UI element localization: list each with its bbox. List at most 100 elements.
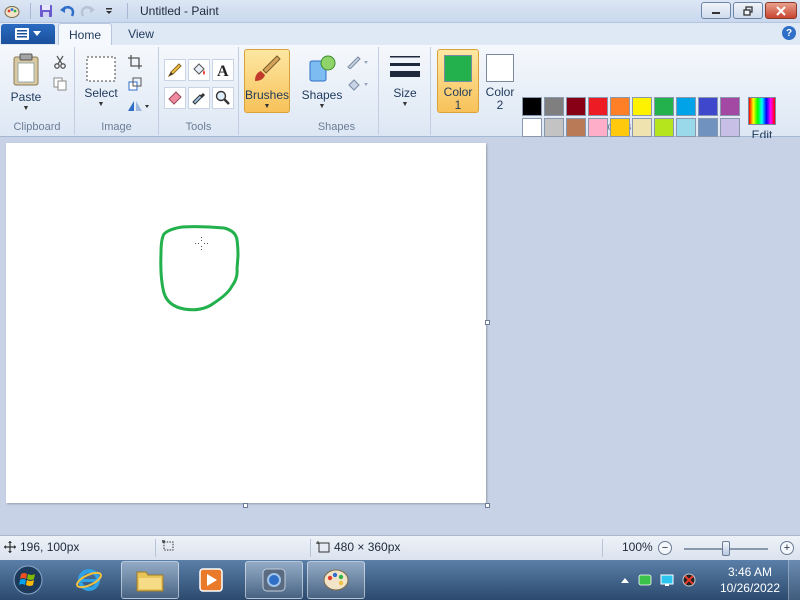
network-icon[interactable]	[660, 573, 674, 587]
window-title: Untitled - Paint	[140, 4, 219, 18]
taskbar-file-explorer[interactable]	[121, 561, 179, 599]
start-button[interactable]	[4, 561, 52, 599]
chevron-down-icon: ▼	[22, 105, 30, 112]
size-button[interactable]: Size ▼	[385, 53, 425, 108]
fill-icon[interactable]	[345, 75, 371, 93]
crop-icon[interactable]	[125, 53, 145, 71]
action-center-icon[interactable]	[638, 573, 652, 587]
paint-menu-button[interactable]	[1, 24, 55, 44]
zoom-level: 100%	[622, 540, 653, 554]
chevron-down-icon: ▼	[401, 101, 409, 108]
zoom-in-button[interactable]: +	[780, 541, 794, 555]
cursor-position-text: 196, 100px	[20, 540, 80, 554]
clock-date: 10/26/2022	[719, 581, 780, 595]
taskbar-internet-explorer[interactable]	[60, 561, 118, 599]
copy-icon[interactable]	[50, 75, 70, 93]
taskbar-app[interactable]	[245, 561, 303, 599]
text-icon[interactable]: A	[212, 59, 234, 81]
palette-swatch[interactable]	[610, 97, 630, 116]
separator	[155, 539, 156, 557]
palette-swatch[interactable]	[588, 118, 608, 137]
palette-swatch[interactable]	[610, 118, 630, 137]
palette-swatch[interactable]	[522, 97, 542, 116]
color1-label-line2: 1	[454, 98, 462, 112]
separator	[30, 3, 31, 19]
clipboard-group: Paste ▼ Clipboard	[0, 47, 75, 135]
resize-handle-right[interactable]	[485, 320, 490, 325]
taskbar-media-player[interactable]	[182, 561, 240, 599]
palette-swatch[interactable]	[720, 97, 740, 116]
maximize-button[interactable]	[733, 2, 763, 19]
paste-button[interactable]: Paste ▼	[6, 53, 46, 112]
shapes-button[interactable]: Shapes ▼	[299, 53, 345, 110]
palette-swatch[interactable]	[544, 118, 564, 137]
tab-home[interactable]: Home	[58, 23, 112, 45]
magnifier-icon[interactable]	[212, 87, 234, 109]
palette-swatch[interactable]	[588, 97, 608, 116]
brushes-button[interactable]: Brushes ▼	[244, 49, 290, 113]
clipboard-group-label: Clipboard	[13, 121, 61, 133]
svg-text:A: A	[217, 63, 229, 78]
pencil-icon[interactable]	[164, 59, 186, 81]
image-group: Select ▼ Image	[75, 47, 159, 135]
palette-swatch[interactable]	[676, 97, 696, 116]
palette-swatch[interactable]	[632, 97, 652, 116]
rotate-icon[interactable]	[125, 97, 151, 115]
palette-swatch[interactable]	[698, 118, 718, 137]
move-cursor-icon	[4, 541, 16, 553]
customize-toolbar-chevron-down-icon[interactable]	[100, 2, 118, 20]
palette-swatch[interactable]	[522, 118, 542, 137]
show-hidden-icons-button[interactable]	[618, 573, 632, 587]
canvas-size-icon	[316, 541, 330, 553]
palette-swatch[interactable]	[544, 97, 564, 116]
cut-icon[interactable]	[50, 53, 70, 71]
clock[interactable]: 3:46 AM 10/26/2022	[720, 564, 780, 596]
palette-swatch[interactable]	[566, 118, 586, 137]
eraser-icon[interactable]	[164, 87, 186, 109]
size-group: Size ▼	[379, 47, 431, 135]
drawing-canvas[interactable]	[6, 143, 486, 503]
ribbon-tab-row: Home View ?	[0, 23, 800, 45]
palette-swatch[interactable]	[654, 97, 674, 116]
resize-icon[interactable]	[125, 75, 145, 93]
palette-swatch[interactable]	[676, 118, 696, 137]
tab-view[interactable]: View	[116, 23, 166, 45]
palette-swatch[interactable]	[698, 97, 718, 116]
resize-handle-corner[interactable]	[485, 503, 490, 508]
select-button[interactable]: Select ▼	[81, 55, 121, 108]
palette-swatch[interactable]	[632, 118, 652, 137]
paint-app-icon[interactable]	[3, 2, 21, 20]
color2-button[interactable]: Color 2	[481, 49, 519, 113]
minimize-button[interactable]	[701, 2, 731, 19]
zoom-slider-thumb[interactable]	[722, 541, 730, 556]
canvas-size-text: 480 × 360px	[334, 540, 401, 554]
tools-group: A Tools	[159, 47, 239, 135]
crosshair-cursor-icon	[195, 237, 208, 250]
undo-icon[interactable]	[58, 2, 76, 20]
color-picker-icon[interactable]	[188, 87, 210, 109]
zoom-level-text: 100%	[622, 540, 653, 554]
close-button[interactable]	[765, 2, 797, 19]
separator	[602, 539, 603, 557]
palette-swatch[interactable]	[654, 118, 674, 137]
fill-bucket-icon[interactable]	[188, 59, 210, 81]
palette-swatch[interactable]	[566, 97, 586, 116]
volume-muted-icon[interactable]	[682, 573, 696, 587]
color1-label: Color 1	[444, 86, 473, 112]
palette-swatch[interactable]	[720, 118, 740, 137]
help-icon[interactable]: ?	[782, 26, 796, 40]
resize-handle-bottom[interactable]	[243, 503, 248, 508]
save-icon[interactable]	[37, 2, 55, 20]
color1-button[interactable]: Color 1	[437, 49, 479, 113]
tools-group-label: Tools	[185, 121, 212, 133]
color2-label-line2: 2	[496, 98, 504, 112]
selection-size-icon	[162, 540, 174, 551]
zoom-out-button[interactable]: −	[658, 541, 672, 555]
redo-icon[interactable]	[79, 2, 97, 20]
taskbar-paint[interactable]	[307, 561, 365, 599]
show-desktop-button[interactable]	[788, 560, 800, 600]
chevron-down-icon: ▼	[97, 101, 105, 108]
clock-time: 3:46 AM	[727, 565, 772, 579]
outline-icon[interactable]	[345, 53, 371, 71]
chevron-down-icon: ▼	[318, 103, 326, 110]
